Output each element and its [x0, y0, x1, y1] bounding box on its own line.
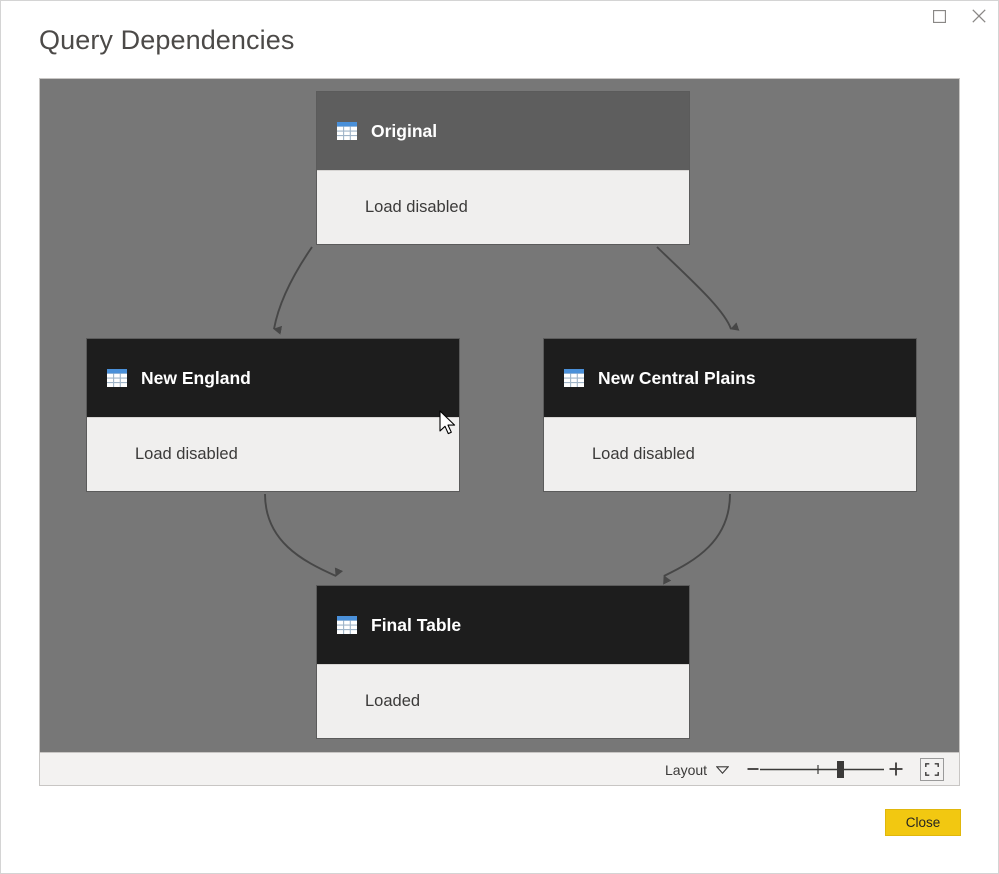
query-node-new-central-plains[interactable]: New Central Plains Load disabled [544, 339, 916, 491]
layout-label: Layout [665, 761, 708, 778]
table-icon [564, 369, 584, 387]
node-header: Final Table [317, 586, 689, 664]
canvas-toolbar: Layout [39, 753, 960, 786]
node-title: Original [371, 120, 438, 141]
close-window-button[interactable] [961, 3, 997, 29]
close-button[interactable]: Close [885, 809, 961, 836]
table-icon [107, 369, 127, 387]
node-status: Load disabled [135, 445, 238, 463]
title-bar: Query Dependencies [1, 1, 999, 73]
edge-new-central-plains-to-final-table [663, 493, 731, 585]
node-header: New Central Plains [544, 339, 916, 417]
query-node-original[interactable]: Original Load disabled [317, 92, 689, 244]
query-node-final-table[interactable]: Final Table Loaded [317, 586, 689, 738]
node-body: Load disabled [87, 417, 459, 491]
layout-dropdown[interactable]: Layout [665, 759, 730, 780]
edge-original-to-new-england [273, 246, 313, 335]
node-body: Load disabled [544, 417, 916, 491]
query-dependencies-dialog: Query Dependencies Original Load disable… [0, 0, 999, 874]
node-title: New Central Plains [598, 367, 756, 388]
fit-to-screen-button[interactable] [920, 758, 944, 781]
chevron-down-icon [716, 765, 730, 774]
edge-new-england-to-final-table [264, 493, 344, 577]
fit-to-screen-icon [925, 763, 939, 776]
node-title: Final Table [371, 614, 462, 635]
dependency-canvas[interactable]: Original Load disabled New England Load … [39, 78, 960, 753]
query-node-new-england[interactable]: New England Load disabled [87, 339, 459, 491]
node-status: Loaded [365, 692, 421, 710]
table-icon [337, 122, 357, 140]
node-body: Load disabled [317, 170, 689, 244]
close-x-icon [972, 9, 986, 23]
zoom-in-button[interactable] [887, 759, 905, 779]
zoom-slider[interactable] [758, 757, 886, 782]
node-header: Original [317, 92, 689, 170]
maximize-button[interactable] [921, 3, 957, 29]
plus-icon [889, 762, 903, 776]
node-header: New England [87, 339, 459, 417]
edge-original-to-new-central-plains [656, 246, 740, 331]
node-body: Loaded [317, 664, 689, 738]
table-icon [337, 616, 357, 634]
zoom-slider-handle[interactable] [837, 761, 844, 778]
node-status: Load disabled [365, 198, 468, 216]
node-status: Load disabled [592, 445, 695, 463]
page-title: Query Dependencies [39, 25, 295, 55]
node-title: New England [141, 367, 251, 388]
maximize-square-icon [932, 9, 946, 23]
